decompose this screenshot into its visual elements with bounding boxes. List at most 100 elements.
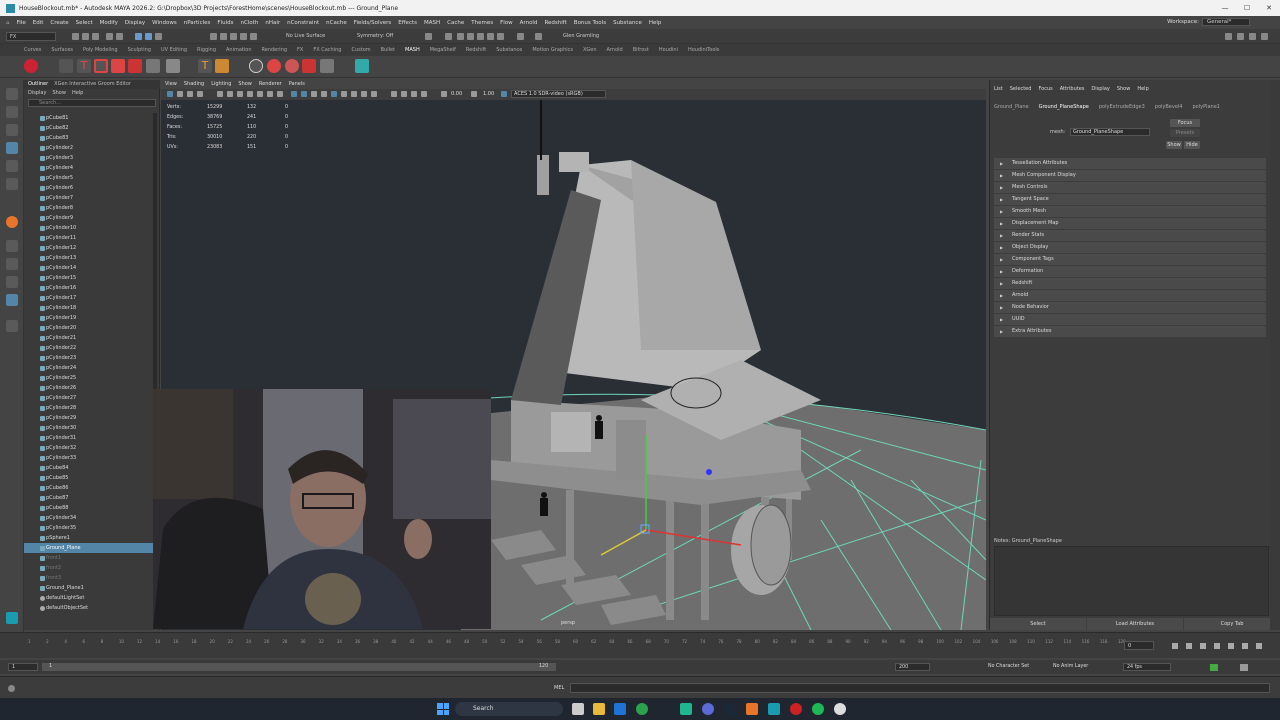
outliner-item[interactable]: pCylinder14 xyxy=(24,263,154,273)
ae-menu-attributes[interactable]: Attributes xyxy=(1060,86,1085,92)
taskbar-search[interactable]: Search xyxy=(455,702,563,716)
show-button[interactable]: Show xyxy=(1166,141,1182,149)
menu-themes[interactable]: Themes xyxy=(471,20,493,26)
arrow-down-icon[interactable] xyxy=(111,59,125,73)
outliner-item[interactable]: pCylinder33 xyxy=(24,453,154,463)
outliner-item[interactable]: pCube87 xyxy=(24,493,154,503)
user-account[interactable]: Glen Gramling xyxy=(563,33,599,39)
mash-list-icon[interactable] xyxy=(59,59,73,73)
shelf-tab-bullet[interactable]: Bullet xyxy=(381,47,395,53)
attribute-editor-toggle-icon[interactable] xyxy=(1225,33,1232,40)
go-to-start-icon[interactable] xyxy=(1172,643,1178,649)
outliner-item[interactable]: pCylinder6 xyxy=(24,183,154,193)
shelf-tab-animation[interactable]: Animation xyxy=(226,47,252,53)
tab-outliner[interactable]: Outliner xyxy=(28,80,48,89)
outliner-item[interactable]: defaultLightSet xyxy=(24,593,154,603)
redshift-render-icon[interactable] xyxy=(497,33,504,40)
menu-fluids[interactable]: Fluids xyxy=(217,20,233,26)
ae-section-header[interactable]: Deformation xyxy=(994,266,1266,277)
menu-substance[interactable]: Substance xyxy=(613,20,642,26)
menu-windows[interactable]: Windows xyxy=(152,20,177,26)
outliner-item[interactable]: pCube85 xyxy=(24,473,154,483)
outliner-item[interactable]: pCylinder29 xyxy=(24,413,154,423)
workspace-icon[interactable] xyxy=(535,33,542,40)
gamma-value[interactable]: 1.00 xyxy=(483,91,494,97)
start-time-field[interactable]: 1 xyxy=(8,663,38,671)
outliner-item[interactable]: pCylinder17 xyxy=(24,293,154,303)
text-orange-icon[interactable]: T xyxy=(198,59,212,73)
layout-icon[interactable] xyxy=(6,276,18,288)
ae-tab-poly-plane[interactable]: polyPlane1 xyxy=(1192,104,1219,110)
ae-section-header[interactable]: Extra Attributes xyxy=(994,326,1266,337)
menu-mash[interactable]: MASH xyxy=(424,20,440,26)
windows-start-icon[interactable] xyxy=(437,703,449,715)
xray-components-icon[interactable] xyxy=(421,91,427,97)
outliner-item[interactable]: pCylinder21 xyxy=(24,333,154,343)
field-chart-icon[interactable] xyxy=(257,91,263,97)
shelf-tab-mash[interactable]: MASH xyxy=(405,47,420,53)
hide-button[interactable]: Hide xyxy=(1184,141,1200,149)
textured-icon[interactable] xyxy=(321,91,327,97)
film-gate-icon[interactable] xyxy=(227,91,233,97)
auto-key-icon[interactable] xyxy=(1210,664,1218,671)
play-backward-icon[interactable] xyxy=(1214,643,1220,649)
outliner-item[interactable]: defaultObjectSet xyxy=(24,603,154,613)
menu-file[interactable]: File xyxy=(17,20,26,26)
audio-icon[interactable] xyxy=(1240,664,1248,671)
image-plane-icon[interactable] xyxy=(197,91,203,97)
outliner-item[interactable]: pCube81 xyxy=(24,113,154,123)
snap-point-icon[interactable] xyxy=(230,33,237,40)
colorspace-dropdown[interactable]: ACES 1.0 SDR-video (sRGB) xyxy=(511,90,606,98)
app-icon[interactable] xyxy=(680,703,692,715)
photos-icon[interactable] xyxy=(746,703,758,715)
opera-icon[interactable] xyxy=(790,703,802,715)
bookmark-icon[interactable] xyxy=(187,91,193,97)
tool-settings-toggle-icon[interactable] xyxy=(1237,33,1244,40)
outliner-item[interactable]: pCylinder23 xyxy=(24,353,154,363)
maya-taskbar-icon[interactable] xyxy=(768,703,780,715)
ae-section-header[interactable]: Render Stats xyxy=(994,230,1266,241)
menu-arnold[interactable]: Arnold xyxy=(520,20,538,26)
outliner-item[interactable]: pCylinder5 xyxy=(24,173,154,183)
outliner-item[interactable]: pCube82 xyxy=(24,123,154,133)
range-start-handle[interactable]: 1 xyxy=(46,663,66,671)
vp-menu-view[interactable]: View xyxy=(165,80,177,89)
ae-section-header[interactable]: Tangent Space xyxy=(994,194,1266,205)
close-button[interactable]: ✕ xyxy=(1258,0,1280,16)
outliner-item[interactable]: pCylinder7 xyxy=(24,193,154,203)
outliner-item[interactable]: pCube86 xyxy=(24,483,154,493)
tab-xgen-groom[interactable]: XGen Interactive Groom Editor xyxy=(54,80,131,89)
range-bar[interactable] xyxy=(42,663,552,671)
arnold-render-icon[interactable] xyxy=(487,33,494,40)
step-forward-frame-icon[interactable] xyxy=(1242,643,1248,649)
menu-select[interactable]: Select xyxy=(76,20,93,26)
ae-tab-poly-bevel[interactable]: polyBevel4 xyxy=(1155,104,1183,110)
ae-section-header[interactable]: Displacement Map xyxy=(994,218,1266,229)
paint-select-icon[interactable] xyxy=(6,124,18,136)
outliner-item[interactable]: pCube84 xyxy=(24,463,154,473)
play-forward-icon[interactable] xyxy=(1228,643,1234,649)
ae-tab-ground-plane[interactable]: Ground_Plane xyxy=(994,104,1029,110)
symmetry-dropdown[interactable]: Symmetry: Off xyxy=(357,33,393,39)
redo-icon[interactable] xyxy=(116,33,123,40)
ae-menu-display[interactable]: Display xyxy=(1091,86,1109,92)
outliner-item[interactable]: pCylinder18 xyxy=(24,303,154,313)
outliner-item[interactable]: front2 xyxy=(24,563,154,573)
menu-flow[interactable]: Flow xyxy=(500,20,513,26)
outliner-item[interactable]: pCylinder34 xyxy=(24,513,154,523)
outliner-item[interactable]: pCylinder3 xyxy=(24,153,154,163)
end-time-field[interactable]: 200 xyxy=(895,663,930,671)
ae-section-header[interactable]: Mesh Component Display xyxy=(994,170,1266,181)
outliner-item[interactable]: pCylinder31 xyxy=(24,433,154,443)
outliner-item[interactable]: front3 xyxy=(24,573,154,583)
outliner-menu-show[interactable]: Show xyxy=(52,89,66,98)
task-view-icon[interactable] xyxy=(572,703,584,715)
shelf-tab-houdini[interactable]: Houdini xyxy=(659,47,678,53)
shelf-tab-houdinitools[interactable]: HoudiniTools xyxy=(688,47,719,53)
outliner-item[interactable]: pCube83 xyxy=(24,133,154,143)
menu-edit[interactable]: Edit xyxy=(33,20,44,26)
snap-curve-icon[interactable] xyxy=(220,33,227,40)
shelf-tab-arnold[interactable]: Arnold xyxy=(607,47,623,53)
render-icon[interactable] xyxy=(425,33,432,40)
menu-ncache[interactable]: nCache xyxy=(326,20,347,26)
